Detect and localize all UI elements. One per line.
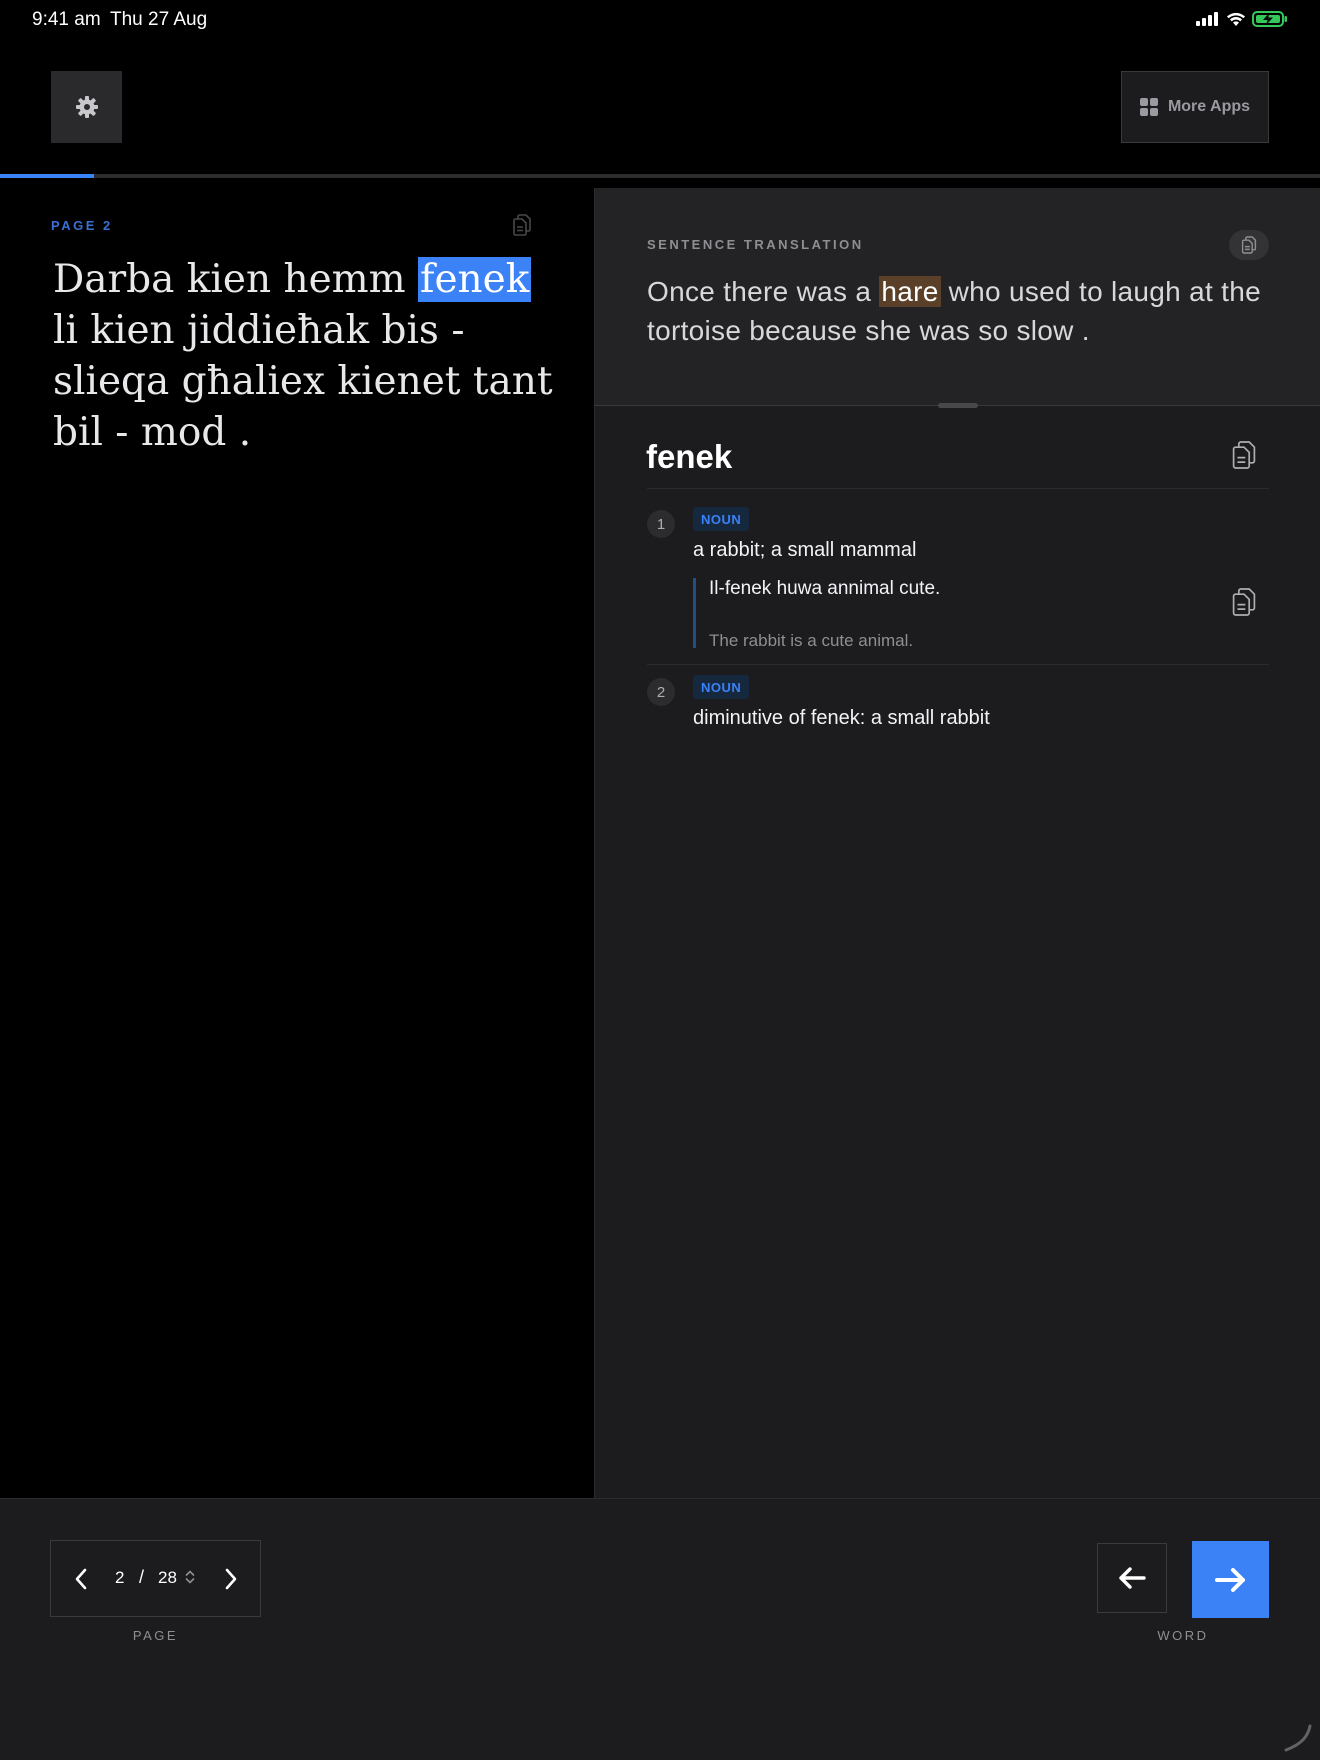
arrow-left-icon (1119, 1567, 1146, 1589)
status-date: Thu 27 Aug (110, 9, 208, 30)
page-label: PAGE 2 (51, 218, 113, 233)
settings-button[interactable] (51, 71, 122, 143)
status-time: 9:41 am (32, 9, 101, 30)
part-of-speech-badge: NOUN (693, 507, 750, 531)
next-word-button[interactable] (1192, 1541, 1269, 1618)
resize-handle[interactable] (938, 403, 978, 408)
highlighted-source-word[interactable]: fenek (418, 257, 532, 302)
copy-icon (1232, 441, 1256, 469)
word-caption: WORD (1157, 1628, 1209, 1643)
example-sentence: Il-fenek huwa annimal cute. (709, 578, 941, 599)
arrow-right-icon (1214, 1567, 1245, 1592)
divider (647, 664, 1269, 665)
translation-text-before: Once there was a (647, 276, 880, 307)
gear-icon (75, 96, 98, 118)
more-apps-button[interactable]: More Apps (1121, 71, 1269, 143)
sentence-translation-section: SENTENCE TRANSLATION Once there was a ha… (595, 188, 1320, 406)
next-page-button[interactable] (215, 1563, 247, 1595)
divider (647, 488, 1269, 489)
translation-sentence: Once there was a hare who used to laugh … (647, 272, 1277, 350)
copy-word-button[interactable] (1231, 440, 1257, 475)
page-caption: PAGE (132, 1628, 179, 1643)
source-text-after: li kien jiddieħak bis - slieqa għaliex k… (53, 308, 553, 455)
chevron-left-icon (75, 1568, 87, 1590)
bottom-navigation-bar: 2 / 28 PAGE WORD (0, 1498, 1320, 1760)
cellular-signal-icon (1196, 12, 1218, 26)
copy-icon (513, 214, 531, 236)
home-indicator-corner-icon (1284, 1724, 1312, 1752)
sentence-translation-label: SENTENCE TRANSLATION (647, 237, 864, 252)
dictionary-headword: fenek (646, 438, 733, 475)
grid-icon (1139, 98, 1158, 116)
example-quote-bar (693, 578, 696, 648)
battery-charging-icon (1252, 11, 1287, 27)
chevron-right-icon (225, 1568, 237, 1590)
copy-translation-button[interactable] (1229, 230, 1269, 260)
status-bar: 9:41 am Thu 27 Aug (0, 0, 1320, 40)
copy-example-button[interactable] (1231, 587, 1257, 622)
status-icons (1196, 11, 1288, 27)
translation-pane: SENTENCE TRANSLATION Once there was a ha… (594, 188, 1320, 1498)
example-translation: The rabbit is a cute animal. (709, 631, 914, 650)
sense-definition: diminutive of fenek: a small rabbit (693, 707, 990, 729)
copy-icon (1241, 236, 1257, 254)
page-separator: / (139, 1567, 145, 1587)
highlighted-translation-word: hare (879, 276, 941, 307)
sense-number: 1 (647, 510, 675, 538)
page-stepper-icon[interactable] (184, 1569, 196, 1585)
sense-number: 2 (647, 678, 675, 706)
sense-definition: a rabbit; a small mammal (693, 539, 917, 561)
source-text-pane: PAGE 2 Darba kien hemm fenek li kien jid… (0, 188, 593, 1498)
current-page-number[interactable]: 2 (115, 1568, 124, 1588)
source-text-before: Darba kien hemm (53, 257, 419, 302)
source-sentence[interactable]: Darba kien hemm fenek li kien jiddieħak … (53, 254, 553, 458)
copy-icon (1232, 588, 1256, 616)
copy-source-button[interactable] (512, 214, 532, 241)
reading-progress-fill (0, 174, 95, 178)
page-navigator: 2 / 28 (50, 1540, 261, 1617)
reading-progress-bar (0, 174, 1320, 178)
previous-page-button[interactable] (65, 1563, 97, 1595)
total-pages: 28 (158, 1568, 177, 1587)
part-of-speech-badge: NOUN (693, 675, 750, 699)
more-apps-label: More Apps (1167, 98, 1251, 115)
wifi-icon (1227, 12, 1245, 26)
previous-word-button[interactable] (1097, 1543, 1167, 1613)
